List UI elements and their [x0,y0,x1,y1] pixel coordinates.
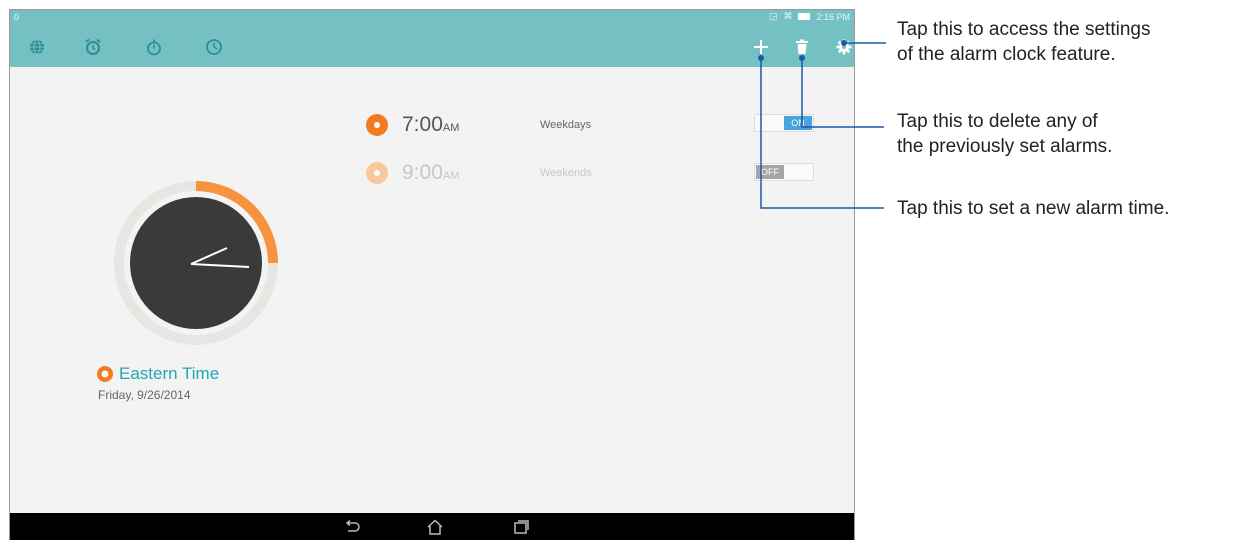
callout-line2: the previously set alarms. [897,136,1113,157]
callout-line1: Tap this to set a new alarm time. [897,198,1170,219]
callout-line2: of the alarm clock feature. [897,44,1116,65]
callout-lines [758,40,886,209]
settings-callout: Tap this to access the settings of the a… [897,17,1150,67]
add-callout: Tap this to set a new alarm time. [897,196,1169,221]
callout-line1: Tap this to delete any of [897,111,1098,132]
delete-callout: Tap this to delete any of the previously… [897,109,1112,159]
add-callout-line [760,58,884,209]
callout-line1: Tap this to access the settings [897,19,1151,40]
delete-callout-line [801,58,884,128]
